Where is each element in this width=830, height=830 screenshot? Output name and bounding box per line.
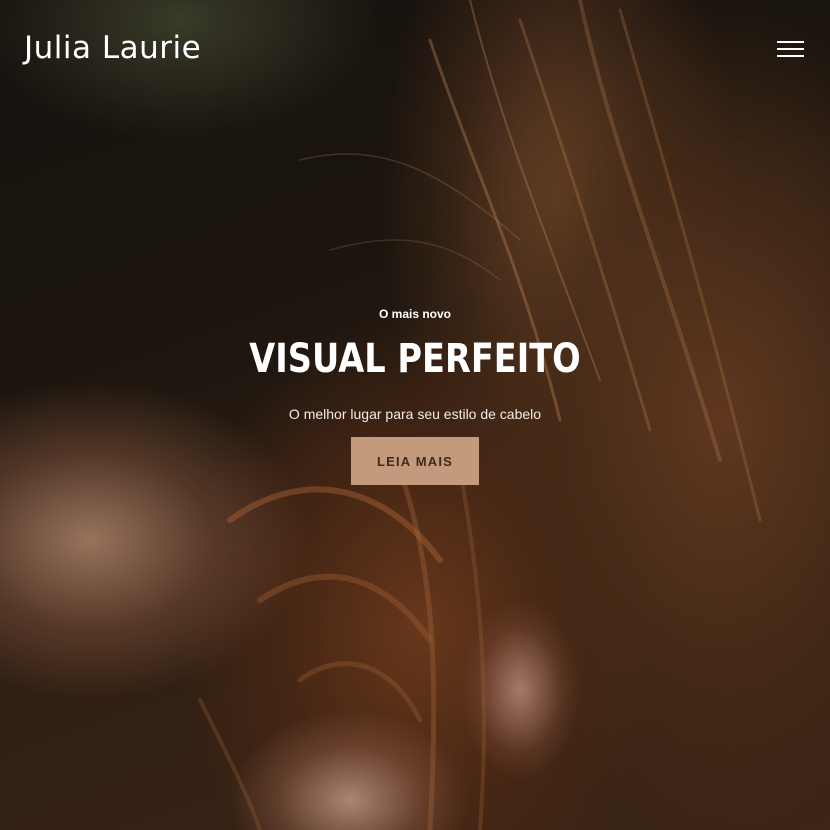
hero-headline: VISUAL PERFEITO <box>249 336 581 382</box>
read-more-button[interactable]: LEIA MAIS <box>351 437 479 485</box>
hero-section: Julia Laurie O mais novo VISUAL PERFEITO… <box>0 0 830 830</box>
hamburger-menu-icon[interactable] <box>777 40 804 60</box>
brand-logo[interactable]: Julia Laurie <box>24 28 201 68</box>
hero-subtitle: O melhor lugar para seu estilo de cabelo <box>288 406 542 422</box>
hero-eyebrow: O mais novo <box>378 307 452 321</box>
